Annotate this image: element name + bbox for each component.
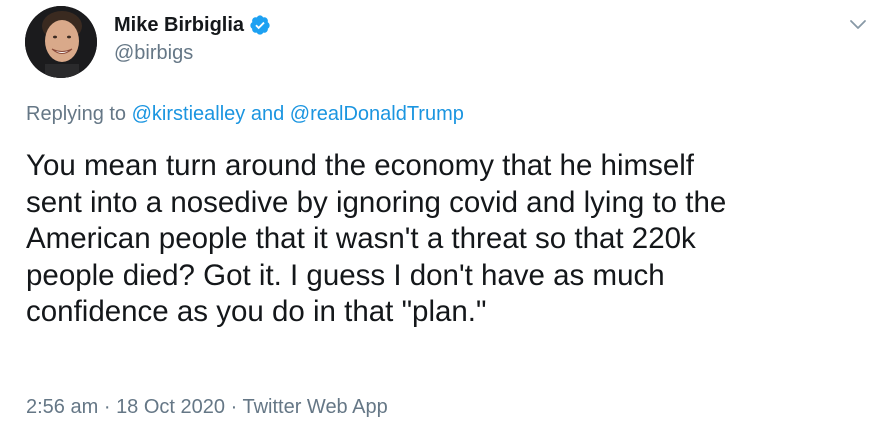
mention-link[interactable]: @kirstiealley [132,103,246,125]
author-display-name[interactable]: Mike Birbiglia [114,14,244,37]
verified-badge-icon [249,14,271,36]
tweet-text-line: You mean turn around the economy that he… [26,149,694,182]
tweet-text: You mean turn around the economy that he… [26,148,876,331]
tweet: Mike Birbiglia @birbigs Replying to @kir… [0,0,892,435]
tweet-text-line: sent into a nosedive by ignoring covid a… [26,185,727,219]
avatar[interactable] [25,6,97,78]
tweet-meta: 2:56 am · 18 Oct 2020 · Twitter Web App [26,396,388,419]
tweet-text-line: American people that it wasn't a threat … [26,222,696,255]
mention-link[interactable]: @realDonaldTrump [290,103,464,125]
tweet-text-line: confidence as you do in that "plan." [26,295,487,328]
mention-conjunction[interactable]: and [251,103,284,125]
meta-separator: · [103,396,111,418]
replying-to-label: Replying to [26,103,127,125]
tweet-date[interactable]: 18 Oct 2020 [116,396,225,418]
meta-separator: · [230,396,238,418]
replying-to: Replying to @kirstiealley and @realDonal… [26,103,464,126]
tweet-text-line: people died? Got it. I guess I don't hav… [26,258,665,292]
avatar-image [25,6,97,78]
tweet-time[interactable]: 2:56 am [26,396,98,418]
author-handle[interactable]: @birbigs [114,42,193,65]
author-name-row: Mike Birbiglia [114,10,271,40]
chevron-down-icon[interactable] [846,12,870,36]
tweet-source[interactable]: Twitter Web App [242,396,387,418]
